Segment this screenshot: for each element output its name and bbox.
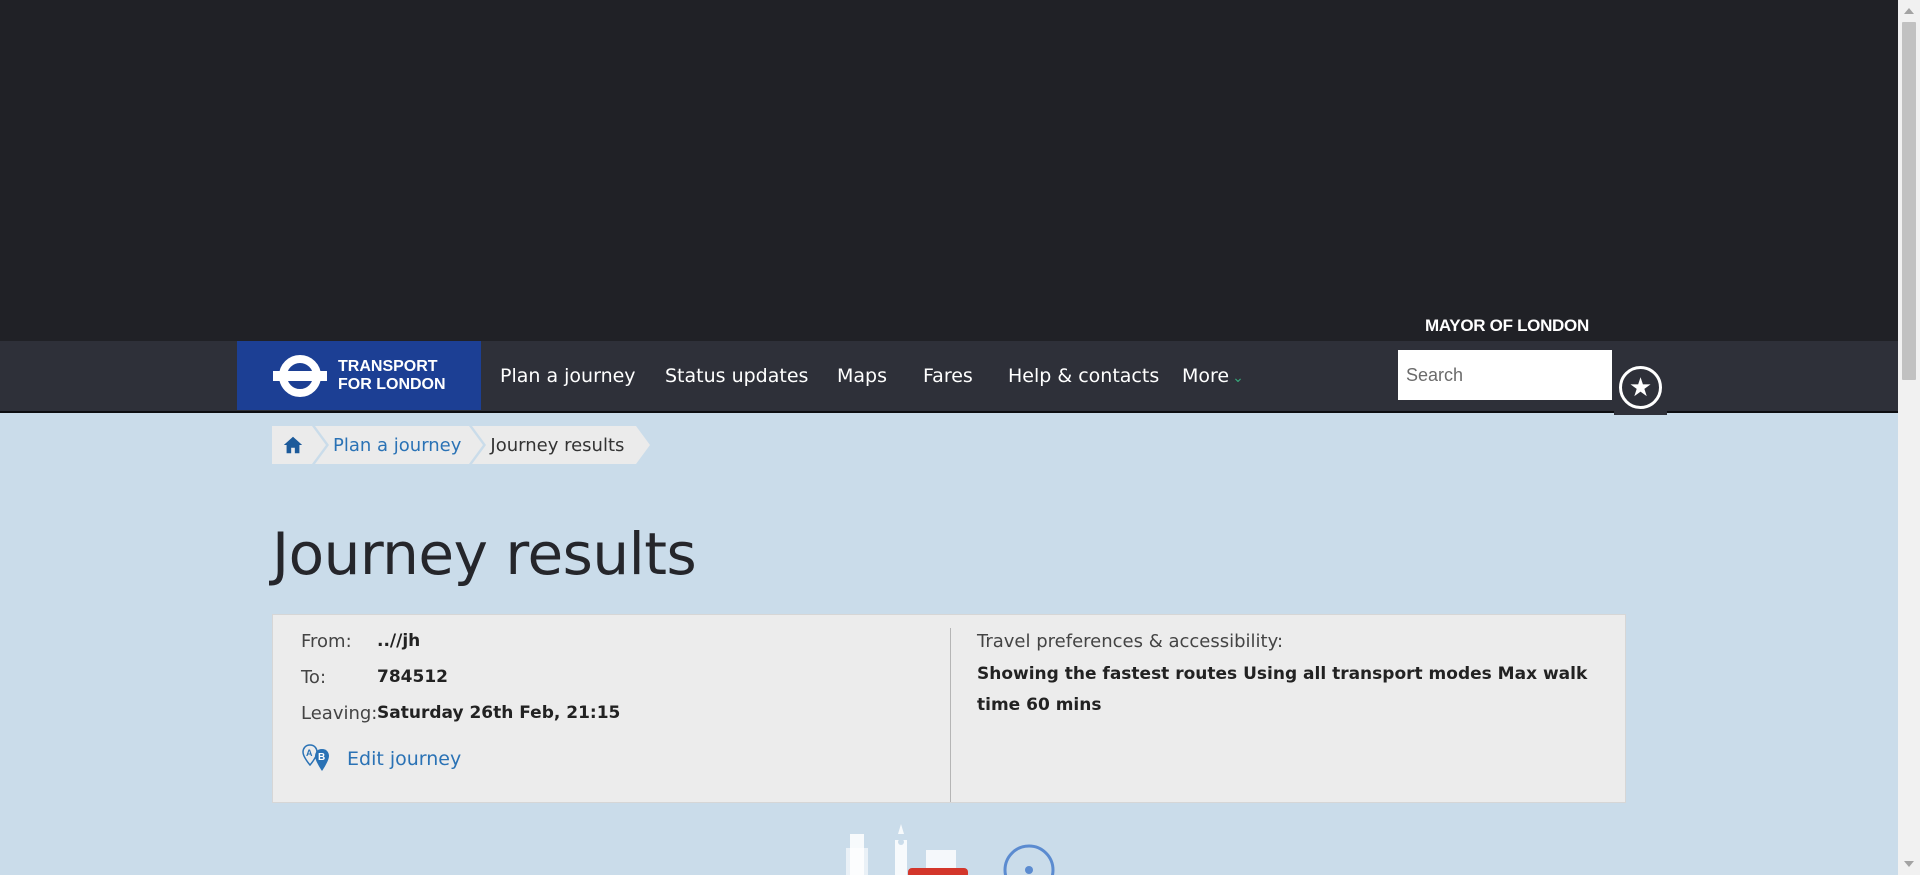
breadcrumb-link[interactable]: Plan a journey [333,435,461,456]
favourites-button[interactable]: ★ [1614,350,1667,415]
nav-status-updates[interactable]: Status updates [665,365,808,387]
from-row: From: ..//jh [301,631,420,652]
leaving-value: Saturday 26th Feb, 21:15 [377,703,621,723]
nav-help-contacts[interactable]: Help & contacts [1008,365,1159,387]
roundel-icon [273,354,327,397]
from-value: ..//jh [377,631,421,651]
london-skyline-illustration [846,824,1055,875]
nav-more-label: More [1182,365,1230,387]
mayor-of-london-logo[interactable]: MAYOR OF LONDON [1425,316,1589,336]
to-label: To: [301,667,327,688]
edit-journey-link[interactable]: A B Edit journey [301,743,461,775]
home-icon [283,436,303,454]
star-icon: ★ [1619,366,1662,409]
breadcrumb-plan-a-journey[interactable]: Plan a journey [315,426,484,464]
nav-fares[interactable]: Fares [923,365,973,387]
page-title: Journey results [272,520,697,588]
leaving-label: Leaving: [301,703,378,724]
scrollbar[interactable] [1898,0,1920,875]
search-input[interactable] [1398,350,1612,400]
tfl-logo[interactable]: TRANSPORT FOR LONDON [237,341,481,410]
logo-text: TRANSPORT FOR LONDON [338,357,446,393]
chevron-down-icon: ⌄ [1232,370,1244,386]
nav-more[interactable]: More ⌄ [1182,365,1244,387]
leaving-row: Leaving: Saturday 26th Feb, 21:15 [301,703,620,724]
breadcrumb-home[interactable] [272,426,326,464]
svg-text:B: B [318,752,325,763]
nav-plan-a-journey[interactable]: Plan a journey [500,365,636,387]
travel-preferences-label: Travel preferences & accessibility: [977,631,1284,652]
travel-preferences-value: Showing the fastest routes Using all tra… [977,664,1588,715]
scroll-down-arrow-icon[interactable] [1904,861,1914,867]
nav-maps[interactable]: Maps [837,365,887,387]
breadcrumb-journey-results: Journey results [472,426,651,464]
breadcrumb-current: Journey results [490,434,625,456]
top-banner-area [0,0,1898,341]
to-row: To: 784512 [301,667,448,688]
svg-text:A: A [306,748,313,758]
map-pin-ab-icon: A B [302,744,329,771]
from-label: From: [301,631,352,652]
to-value: 784512 [377,667,448,687]
summary-divider [950,628,951,802]
journey-summary-panel: From: ..//jh To: 784512 Leaving: Saturda… [272,614,1626,803]
scroll-up-arrow-icon[interactable] [1904,8,1914,14]
edit-journey-label[interactable]: Edit journey [347,748,461,770]
scrollbar-thumb[interactable] [1902,22,1916,380]
breadcrumb: Plan a journey Journey results [272,426,651,464]
